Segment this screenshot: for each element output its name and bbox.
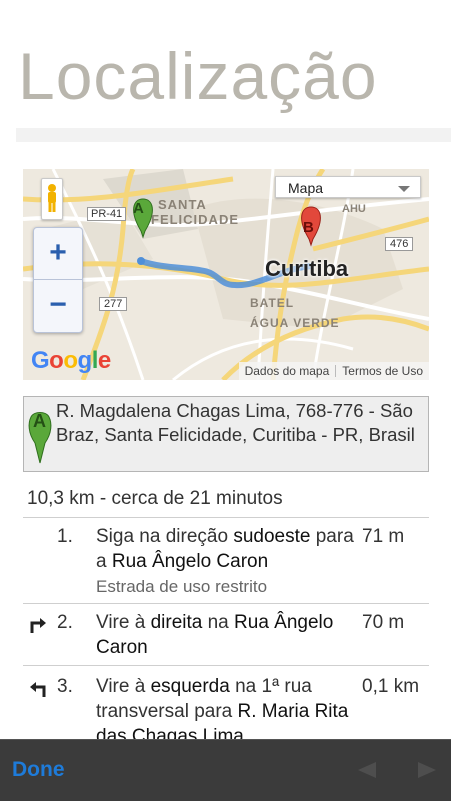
map-attribution: Dados do mapa Termos de Uso — [238, 362, 429, 380]
step-number: 3. — [57, 676, 73, 697]
step-instruction: Vire à direita na Rua Ângelo Caron — [96, 610, 358, 660]
step-distance: 70 m — [362, 612, 405, 633]
step-note: Estrada de uso restrito — [96, 577, 268, 596]
start-address-text: R. Magdalena Chagas Lima, 768-776 - São … — [56, 400, 415, 445]
step-divider — [23, 603, 429, 604]
road-shield-476: 476 — [385, 237, 414, 251]
pegman-icon — [48, 184, 56, 212]
map-label-agua-verde: ÁGUA VERDE — [250, 316, 340, 330]
step-emphasis: sudoeste — [233, 526, 311, 547]
step-instruction: Vire à esquerda na 1ª rua transversal pa… — [96, 674, 358, 749]
step-street-name: Rua Ângelo Caron — [111, 551, 269, 572]
step-number: 2. — [57, 612, 73, 633]
map-label-curitiba: Curitiba — [265, 256, 349, 281]
turn-right-icon — [30, 618, 46, 633]
zoom-in-button[interactable]: + — [34, 228, 82, 280]
chevron-down-icon — [398, 186, 410, 192]
step-distance: 0,1 km — [362, 676, 420, 697]
zoom-control: + − — [33, 227, 83, 333]
step-instruction: Siga na direção sudoeste para a Rua Ânge… — [96, 524, 358, 599]
map-label-felicidade: FELICIDADE — [151, 212, 239, 227]
step-text: na — [202, 612, 235, 633]
google-logo: Google — [31, 347, 111, 374]
step-text: Vire à — [96, 676, 151, 697]
step-divider — [23, 665, 429, 666]
terms-of-use-link[interactable]: Termos de Uso — [336, 362, 429, 380]
bottom-toolbar: Done — [0, 739, 451, 801]
start-address-box: A R. Magdalena Chagas Lima, 768-776 - Sã… — [23, 396, 429, 472]
map-label-ahu: AHU — [342, 203, 366, 215]
street-view-pegman-icon[interactable] — [41, 178, 63, 220]
back-arrow-icon[interactable] — [358, 762, 376, 778]
map-label-batel: BATEL — [250, 296, 295, 310]
turn-left-icon — [30, 682, 46, 697]
route-map[interactable]: A B SANTA FELICIDADE Curitiba BATEL ÁGUA… — [23, 169, 429, 380]
done-button[interactable]: Done — [12, 758, 65, 782]
map-label-santa: SANTA — [158, 197, 207, 212]
map-data-link[interactable]: Dados do mapa — [239, 362, 336, 380]
step-distance: 71 m — [362, 526, 405, 547]
road-shield-pr41: PR-41 — [87, 207, 127, 221]
title-divider — [16, 128, 451, 142]
step-text: Vire à — [96, 612, 151, 633]
step-emphasis: direita — [150, 612, 203, 633]
route-summary: 10,3 km - cerca de 21 minutos — [27, 488, 283, 509]
step-emphasis: esquerda — [150, 676, 230, 697]
step-text: Siga na direção — [96, 526, 234, 547]
forward-arrow-icon[interactable] — [418, 762, 436, 778]
marker-b-label: B — [303, 219, 314, 236]
marker-a-label: A — [133, 200, 144, 217]
map-type-label: Mapa — [288, 180, 324, 196]
map-type-select[interactable]: Mapa — [275, 176, 421, 198]
road-shield-277: 277 — [99, 297, 128, 311]
zoom-out-button[interactable]: − — [34, 280, 82, 332]
address-marker-label: A — [33, 411, 46, 431]
page-title: Localização — [18, 39, 378, 113]
steps-divider — [23, 517, 429, 518]
step-number: 1. — [57, 526, 73, 547]
